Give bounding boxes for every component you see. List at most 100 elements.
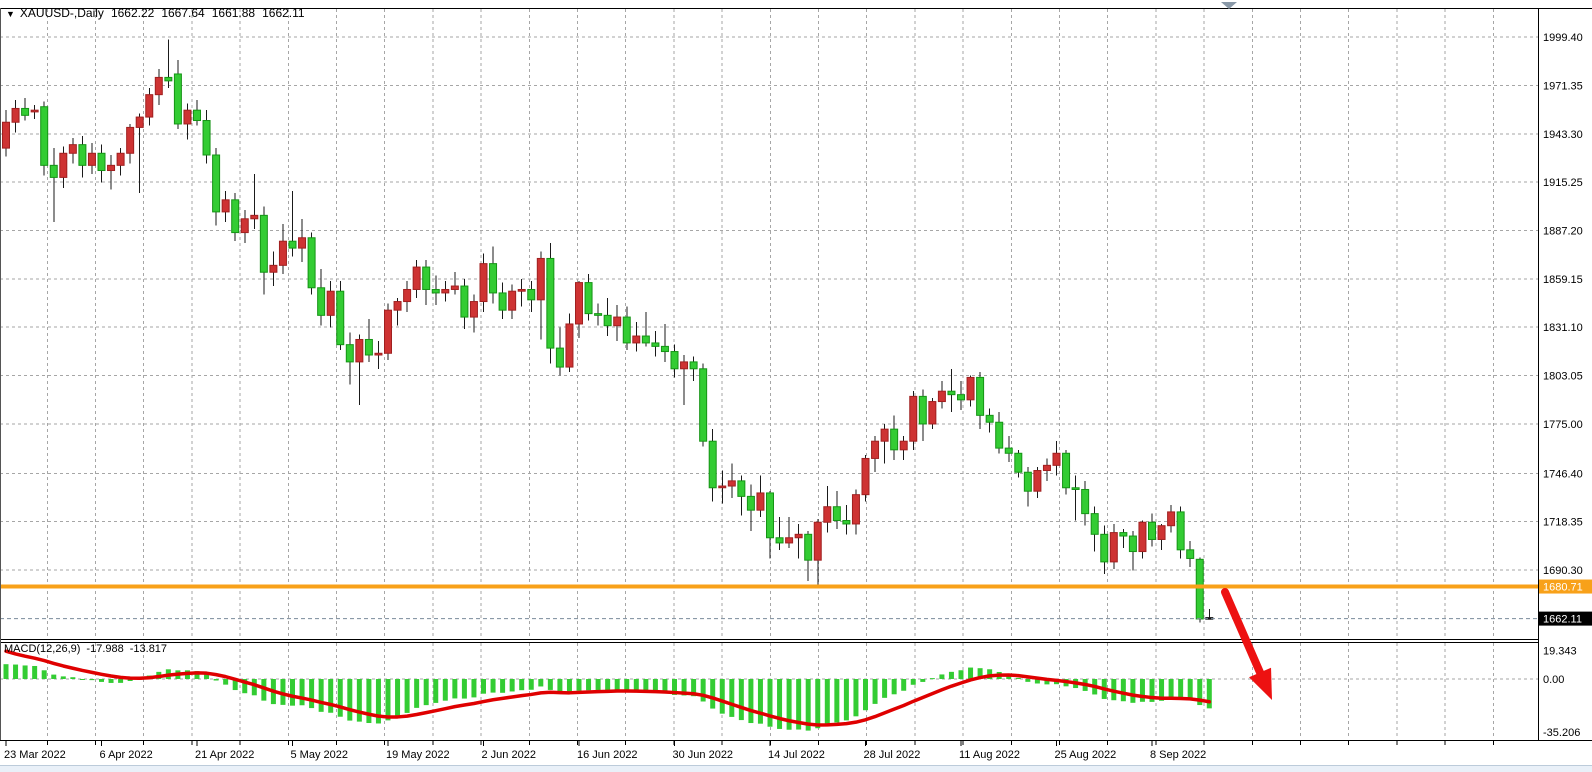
candle [337,291,344,344]
date-tick-label: 2 Jun 2022 [482,749,536,761]
candle [346,345,353,362]
macd-histogram-bar [1178,679,1183,699]
candle [327,291,334,315]
macd-histogram-bar [901,679,906,691]
candle [490,264,497,293]
macd-histogram-bar [214,679,219,681]
macd-histogram-bar [959,670,964,679]
macd-histogram-bar [118,679,123,683]
chart-window: ▼XAUUSD-,Daily1662.221667.641661.881662.… [0,0,1592,772]
date-tick-label: 16 Jun 2022 [577,749,638,761]
candle [786,538,793,543]
candle [146,95,153,117]
candle [814,522,821,560]
macd-histogram-bar [911,679,916,685]
candle [136,117,143,127]
candle [938,391,945,401]
candle [1168,512,1175,526]
macd-histogram-bar [70,677,75,679]
macd-indicator-label: MACD(12,26,9)-17.988-13.817 [4,643,173,655]
candle [1043,465,1050,470]
macd-histogram-bar [500,679,505,693]
macd-histogram-bar [61,676,66,679]
macd-histogram-bar [357,679,362,722]
down-arrow-annotation[interactable] [1225,592,1272,700]
macd-histogram-bar [424,679,429,705]
candle [929,402,936,424]
macd-histogram-bar [290,679,295,706]
macd-histogram-bar [223,679,228,685]
candle [375,353,382,355]
candle [824,507,831,523]
svg-text:1662.11: 1662.11 [1543,614,1582,626]
macd-histogram-bar [720,679,725,714]
macd-histogram-bar [510,679,515,691]
ohlc-dropdown-icon[interactable]: ▼ [6,9,15,19]
candle [891,429,898,450]
price-tick-label: 1971.35 [1543,80,1583,92]
macd-name: MACD(12,26,9) [4,643,80,655]
date-axis[interactable]: 23 Mar 20226 Apr 202221 Apr 20225 May 20… [4,741,1493,761]
macd-histogram-bar [748,679,753,723]
macd-histogram-bar [586,679,591,690]
price-tick-label: 1999.40 [1543,32,1583,44]
candle [881,429,888,441]
macd-histogram-bar [825,679,830,725]
macd-histogram-bar [42,670,47,679]
price-tick-label: 1887.20 [1543,226,1583,238]
chart-canvas[interactable]: 1999.401971.351943.301915.251887.201859.… [0,0,1592,772]
candle [155,77,162,94]
candle [576,283,583,324]
candle [260,215,267,272]
grid [0,9,1538,739]
macd-histogram-bar [452,679,457,698]
candle [862,458,869,494]
candle [1120,533,1127,536]
macd-tick-label: 19.343 [1543,645,1577,657]
macd-histogram-bar [729,679,734,717]
candle [537,258,544,299]
current-price-tag: 1662.11 [1539,612,1592,626]
candle [3,122,10,148]
price-tick-label: 1831.10 [1543,322,1583,334]
macd-histogram-bar [328,679,333,713]
candle [1149,522,1156,539]
candle [728,481,735,486]
candle [299,238,306,248]
macd-main-value: -17.988 [86,643,123,655]
candle [900,441,907,450]
date-tick-label: 23 Mar 2022 [4,749,66,761]
candle [843,521,850,524]
macd-histogram-bar [300,679,305,705]
candle [690,362,697,369]
low-value: 1661.88 [212,6,255,20]
macd-histogram-bar [768,679,773,727]
candle [60,153,67,177]
macd-histogram-bar [1130,679,1135,703]
candle [623,317,630,343]
macd-axis[interactable]: 19.3430.00-35.206 [1543,645,1580,739]
date-tick-label: 11 Aug 2022 [959,749,1020,761]
chart-shift-marker-icon[interactable] [1221,2,1237,9]
macd-tick-label: 0.00 [1543,674,1564,686]
candle [432,289,439,292]
candle [1053,453,1060,465]
candle [461,286,468,317]
date-tick-label: 21 Apr 2022 [195,749,254,761]
candle [251,215,258,218]
candle [642,336,649,343]
candle [1034,471,1041,492]
candle [385,310,392,353]
candle [1139,522,1146,551]
macd-histogram-bar [777,679,782,729]
candle [958,395,965,400]
candle [203,121,210,155]
candle [1072,488,1079,490]
candle [98,153,105,170]
price-axis[interactable]: 1999.401971.351943.301915.251887.201859.… [1543,32,1583,577]
macd-histogram-bar [710,679,715,709]
macd-histogram-bar [882,679,887,698]
candle [270,265,277,272]
candle [194,110,201,120]
candle [700,369,707,441]
